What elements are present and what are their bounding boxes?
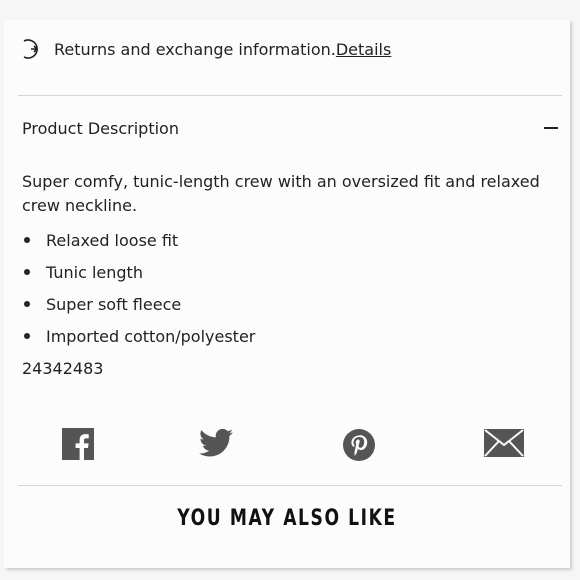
share-bar xyxy=(4,424,570,468)
product-description-text: Super comfy, tunic-length crew with an o… xyxy=(22,172,540,215)
you-may-also-like-heading: YOU MAY ALSO LIKE xyxy=(177,506,397,531)
product-sku: 24342483 xyxy=(22,359,104,378)
returns-text: Returns and exchange information. xyxy=(54,39,336,59)
list-item-label: Super soft fleece xyxy=(46,294,182,314)
pinterest-icon[interactable] xyxy=(342,428,380,464)
minus-icon[interactable] xyxy=(544,127,558,129)
divider xyxy=(18,95,562,96)
feature-list: Relaxed loose fit Tunic length Super sof… xyxy=(22,224,255,352)
list-item: Imported cotton/polyester xyxy=(22,320,255,352)
email-icon[interactable] xyxy=(484,428,524,464)
returns-info: Returns and exchange information. Details xyxy=(18,36,391,62)
bullet-icon xyxy=(24,237,30,243)
page-frame: Returns and exchange information. Details… xyxy=(0,0,580,580)
product-description-header: Product Description xyxy=(22,118,179,138)
twitter-icon[interactable] xyxy=(199,428,237,464)
divider xyxy=(18,485,562,486)
bullet-icon xyxy=(24,269,30,275)
list-item: Tunic length xyxy=(22,256,255,288)
product-description-toggle[interactable]: Product Description xyxy=(22,116,562,140)
returns-arrow-icon xyxy=(18,36,44,62)
list-item: Relaxed loose fit xyxy=(22,224,255,256)
list-item-label: Tunic length xyxy=(46,262,143,282)
list-item: Super soft fleece xyxy=(22,288,255,320)
bullet-icon xyxy=(24,333,30,339)
product-details-card: Returns and exchange information. Details… xyxy=(4,20,570,568)
list-item-label: Relaxed loose fit xyxy=(46,230,179,250)
facebook-icon[interactable] xyxy=(62,428,100,464)
bullet-icon xyxy=(24,301,30,307)
list-item-label: Imported cotton/polyester xyxy=(46,326,256,346)
returns-details-link[interactable]: Details xyxy=(336,40,391,59)
